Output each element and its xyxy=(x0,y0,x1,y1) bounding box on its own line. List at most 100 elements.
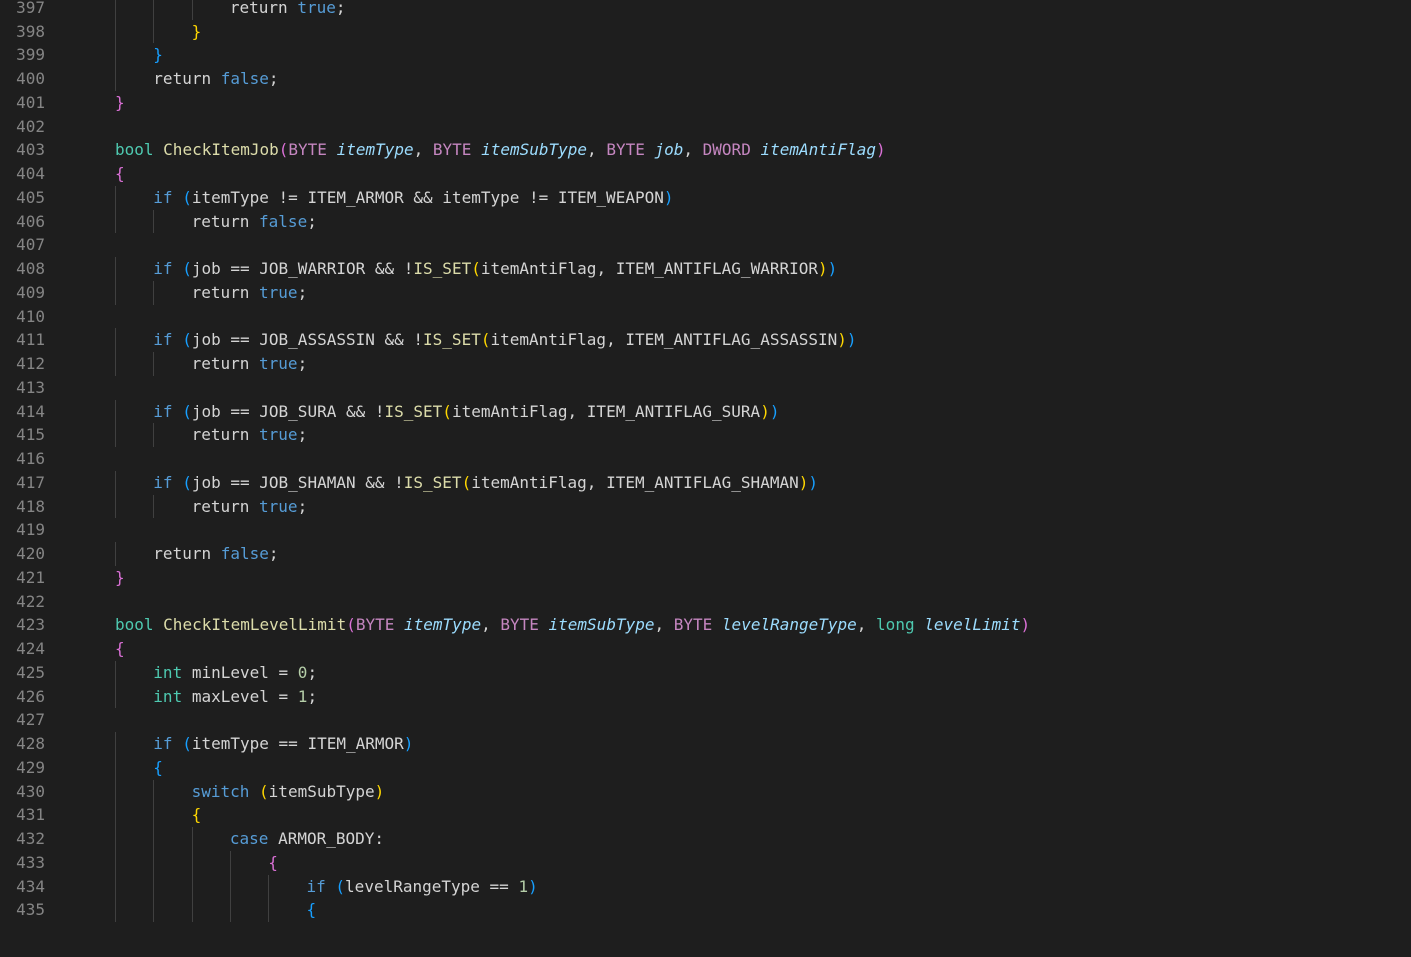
indent-guide xyxy=(268,874,270,899)
code-line[interactable]: 407 xyxy=(0,233,1411,257)
code-line[interactable]: 398} xyxy=(0,19,1411,44)
code-text: return true; xyxy=(230,0,346,20)
code-line[interactable]: 408 if (job == JOB_WARRIOR && !IS_SET(ite… xyxy=(0,257,1411,281)
indent-guide xyxy=(115,874,116,899)
code-text: return true; xyxy=(192,495,308,519)
code-line[interactable]: 421} xyxy=(0,566,1411,590)
indent-guide xyxy=(229,874,231,899)
code-text: return true; xyxy=(192,423,308,447)
code-token: BYTE xyxy=(500,615,549,635)
code-line[interactable]: 404 { xyxy=(0,162,1411,186)
code-line[interactable]: 413 xyxy=(0,376,1411,400)
line-number: 425 xyxy=(16,662,45,682)
code-line[interactable]: 434 if (levelRangeType == 1) xyxy=(0,874,1411,899)
code-token: ; xyxy=(297,354,308,373)
code-line[interactable]: 416 xyxy=(0,447,1411,471)
code-token: ; xyxy=(268,69,279,88)
indent-guide xyxy=(153,803,155,827)
code-line[interactable]: 397 return true; xyxy=(0,0,1411,20)
code-line[interactable]: 412 return true; xyxy=(0,352,1411,376)
code-line[interactable]: 409 return true; xyxy=(0,280,1411,305)
code-line[interactable]: 430 switch (itemSubType) xyxy=(0,779,1411,804)
code-token: ) xyxy=(876,140,886,160)
code-line[interactable]: 406 return false; xyxy=(0,209,1411,234)
indent-guide xyxy=(115,328,116,352)
line-number: 411 xyxy=(16,330,45,350)
line-number: 405 xyxy=(16,187,45,207)
code-text: if (levelRangeType == 1) xyxy=(307,875,538,899)
indent-guide xyxy=(229,898,231,922)
code-token: ) xyxy=(798,472,809,492)
code-token: ARMOR_BODY: xyxy=(278,829,385,848)
indent-guide xyxy=(115,0,116,20)
code-line[interactable]: 432 case ARMOR_BODY: xyxy=(0,827,1411,851)
code-line[interactable]: 415 return true; xyxy=(0,423,1411,447)
code-line[interactable]: 414 if (job == JOB_SURA && !IS_SET(itemAn… xyxy=(0,399,1411,424)
code-line[interactable]: 418 return true; xyxy=(0,494,1411,519)
code-line[interactable]: 426 int maxLevel = 1; xyxy=(0,684,1411,709)
code-token: ) xyxy=(846,330,857,350)
code-token: { xyxy=(153,757,163,777)
code-line[interactable]: 423 bool CheckItemLevelLimit(BYTE itemTyp… xyxy=(0,613,1411,637)
indent-guide xyxy=(115,827,116,851)
indent-guide xyxy=(115,732,116,756)
code-line[interactable]: 410 xyxy=(0,305,1411,329)
indent-guide xyxy=(153,898,155,922)
code-text: int minLevel = 0; xyxy=(153,661,317,685)
code-line[interactable]: 427 xyxy=(0,708,1411,732)
indent-guide xyxy=(153,494,155,519)
code-token: itemSubType xyxy=(481,140,588,160)
code-token: , xyxy=(856,615,877,635)
code-line[interactable]: 435 { xyxy=(0,898,1411,922)
code-line[interactable]: 411 if (job == JOB_ASSASSIN && !IS_SET(it… xyxy=(0,328,1411,352)
code-text: return false; xyxy=(153,67,278,91)
code-token: ) xyxy=(808,472,818,492)
code-line[interactable]: 420 return false; xyxy=(0,542,1411,566)
code-token: itemType == ITEM_ARMOR xyxy=(191,734,404,753)
code-line[interactable]: 400 return false; xyxy=(0,67,1411,91)
code-line[interactable]: 428 if (itemType == ITEM_ARMOR) xyxy=(0,732,1411,756)
code-line[interactable]: 399} xyxy=(0,43,1411,67)
line-number: 416 xyxy=(16,449,45,468)
indent-guide xyxy=(115,19,116,44)
line-number: 413 xyxy=(16,377,45,397)
indent-guide xyxy=(268,898,270,922)
code-text: return true; xyxy=(192,352,308,376)
code-line[interactable]: 402 xyxy=(0,115,1411,139)
code-token: if xyxy=(153,330,183,350)
code-line[interactable]: 403 bool CheckItemJob(BYTE itemType, BYTE… xyxy=(0,138,1411,162)
code-token: return xyxy=(191,496,260,516)
code-line[interactable]: 433 { xyxy=(0,850,1411,875)
code-line[interactable]: 431 { xyxy=(0,803,1411,827)
line-number: 414 xyxy=(16,401,45,421)
code-token: job == JOB_WARRIOR && ! xyxy=(191,259,414,278)
code-line[interactable]: 429 { xyxy=(0,755,1411,780)
code-token: DWORD xyxy=(702,140,761,160)
code-token: 0 xyxy=(297,662,308,682)
code-token: ) xyxy=(374,781,385,801)
code-token: ( xyxy=(278,140,289,160)
code-line[interactable]: 419 xyxy=(0,518,1411,542)
line-number: 404 xyxy=(16,164,45,183)
code-line[interactable]: 425 int minLevel = 0; xyxy=(0,660,1411,685)
code-token: minLevel = xyxy=(191,662,298,682)
code-token: ) xyxy=(1020,615,1031,635)
code-editor[interactable]: 396item->GetTable()->bSubType == ARMOR_W… xyxy=(0,0,1411,957)
code-token: itemAntiFlag xyxy=(760,140,877,160)
line-number: 417 xyxy=(16,472,45,492)
code-token: IS_SET xyxy=(403,472,462,492)
code-token: if xyxy=(306,876,336,896)
indent-guide xyxy=(153,779,155,804)
code-line[interactable]: 422 xyxy=(0,590,1411,614)
code-line[interactable]: 401} xyxy=(0,91,1411,115)
code-line[interactable]: 417 if (job == JOB_SHAMAN && !IS_SET(item… xyxy=(0,470,1411,495)
code-token: itemSubType xyxy=(268,781,375,801)
code-line[interactable]: 424 { xyxy=(0,637,1411,661)
code-text: if (job == JOB_WARRIOR && !IS_SET(itemAn… xyxy=(153,257,837,281)
code-line[interactable]: 405 if (itemType != ITEM_ARMOR && itemTyp… xyxy=(0,185,1411,210)
code-text: { xyxy=(192,803,202,827)
code-text: switch (itemSubType) xyxy=(192,780,385,804)
indent-guide xyxy=(115,470,116,495)
code-token: ; xyxy=(297,425,308,445)
code-token: ) xyxy=(528,876,538,896)
